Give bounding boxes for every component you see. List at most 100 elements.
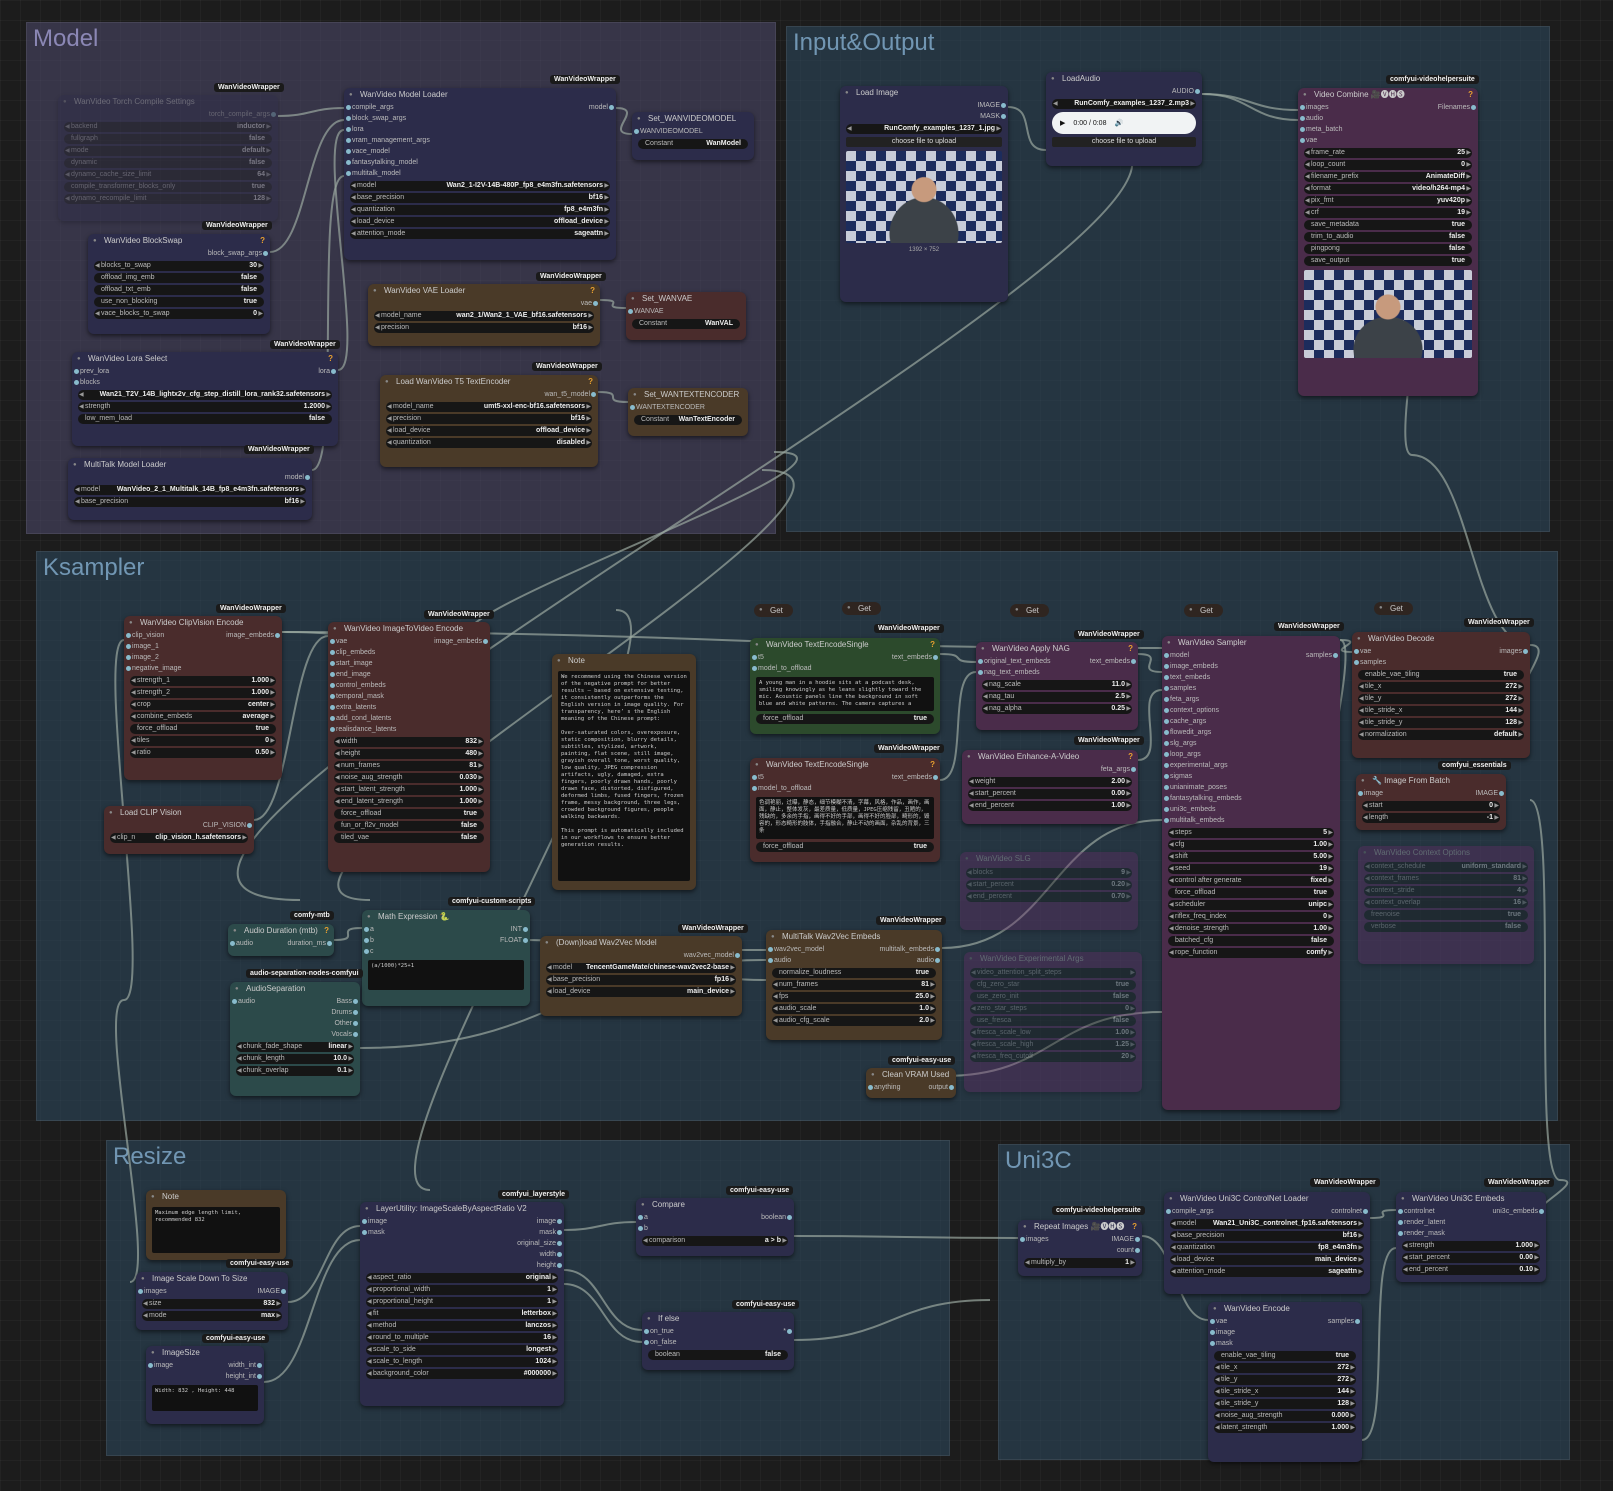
node-title[interactable]: WanVideo Lora Select? (72, 352, 338, 366)
widget-cfg-zero-star[interactable]: cfg_zero_star true (970, 980, 1136, 990)
input-slot[interactable]: image (360, 1216, 395, 1227)
audio-select[interactable]: RunComfy_examples_1237_2.mp3 (1052, 99, 1196, 109)
input-slot[interactable]: model_to_offload (750, 663, 820, 674)
widget-fun-or-fl2v-model[interactable]: fun_or_fl2v_model false (334, 821, 484, 831)
input-slot[interactable]: audio (1298, 113, 1331, 124)
node-title[interactable]: Load CLIP Vision (104, 806, 254, 820)
upload-button[interactable]: choose file to upload (846, 137, 1002, 147)
output-slot[interactable]: Vocals (323, 1029, 360, 1040)
widget-filename-prefix[interactable]: filename_prefixAnimateDiff (1304, 172, 1472, 182)
input-slot[interactable]: experimental_args (1162, 760, 1236, 771)
input-slot[interactable]: on_false (642, 1337, 684, 1348)
node-title[interactable]: Math Expression 🐍 (362, 910, 530, 924)
output-slot[interactable]: IMAGE (1103, 1234, 1142, 1245)
output-slot[interactable]: text_embeds (1082, 656, 1138, 667)
node-clipvision-encode[interactable]: WanVideo ClipVision Encode clip_visionim… (124, 616, 282, 780)
node-set-model[interactable]: Set_WANVIDEOMODEL WANVIDEOMODEL Constant… (632, 112, 754, 160)
widget-riflex-freq-index[interactable]: riflex_freq_index0 (1168, 912, 1334, 922)
node-compare[interactable]: Compare a boolean b comparisona > b (636, 1198, 794, 1256)
widget-start[interactable]: start0 (1362, 801, 1500, 811)
node-title[interactable]: WanVideo Encode (1208, 1302, 1362, 1316)
node-title[interactable]: WanVideo Decode (1352, 632, 1530, 646)
node-title[interactable]: WanVideo Context Options (1358, 846, 1534, 860)
widget-multiply-by[interactable]: multiply_by1 (1024, 1258, 1136, 1268)
audio-player[interactable]: ▶ 0:00 / 0:08 🔊 (1052, 112, 1196, 134)
widget-fit[interactable]: fitletterbox (366, 1309, 558, 1319)
widget-tile-stride-x[interactable]: tile_stride_x144 (1358, 706, 1524, 716)
input-slot[interactable]: extra_latents (328, 702, 384, 713)
widget-tile-x[interactable]: tile_x272 (1214, 1363, 1356, 1373)
input-slot[interactable]: a (362, 924, 382, 935)
widget-strength[interactable]: strength1.000 (1402, 1241, 1540, 1251)
widget-size[interactable]: size832 (142, 1299, 282, 1309)
widget-pingpong[interactable]: pingpong false (1304, 244, 1472, 254)
widget-ratio[interactable]: ratio0.50 (130, 748, 276, 758)
output-slot[interactable]: samples (1320, 1316, 1362, 1327)
widget-num-frames[interactable]: num_frames81 (334, 761, 484, 771)
widget-round-to-multiple[interactable]: round_to_multiple16 (366, 1333, 558, 1343)
node-torch-compile[interactable]: WanVideo Torch Compile Settings torch_co… (58, 95, 278, 221)
widget-crop[interactable]: cropcenter (130, 700, 276, 710)
input-slot[interactable]: images (1298, 102, 1337, 113)
note-text[interactable]: We recommend using the Chinese version o… (558, 671, 690, 881)
widget-length[interactable]: length-1 (1362, 813, 1500, 823)
widget-nag-scale[interactable]: nag_scale11.0 (982, 680, 1132, 690)
output-slot[interactable]: torch_compile_args (58, 109, 278, 120)
node-t5-loader[interactable]: Load WanVideo T5 TextEncoder? wan_t5_mod… (380, 375, 598, 467)
input-slot[interactable]: start_image (328, 658, 381, 669)
node-title[interactable]: WanVideo SLG (960, 852, 1138, 866)
widget-fresca-scale-high[interactable]: fresca_scale_high1.25 (970, 1040, 1136, 1050)
widget-crf[interactable]: crf19 (1304, 208, 1472, 218)
output-slot[interactable]: Filenames (1430, 102, 1478, 113)
input-slot[interactable]: WANVAE (626, 306, 746, 317)
widget-load-device[interactable]: load_devicemain_device (546, 987, 736, 997)
input-slot[interactable]: image_1 (124, 641, 167, 652)
node-audio-duration[interactable]: Audio Duration (mtb)? audio duration_ms (228, 924, 334, 956)
widget-attention-mode[interactable]: attention_modesageattn (1170, 1267, 1364, 1277)
node-title[interactable]: WanVideo Uni3C Embeds (1396, 1192, 1546, 1206)
input-slot[interactable]: meta_batch (1298, 124, 1351, 135)
widget-noise-aug-strength[interactable]: noise_aug_strength0.000 (1214, 1411, 1356, 1421)
node-load-image[interactable]: Load Image IMAGEMASK RunComfy_examples_1… (840, 86, 1008, 302)
widget-freenoise[interactable]: freenoise true (1364, 910, 1528, 920)
node-vae-loader[interactable]: WanVideo VAE Loader? vae model_namewan2_… (368, 284, 600, 346)
node-title[interactable]: Image Scale Down To Size (136, 1272, 288, 1286)
node-title[interactable]: MultiTalk Wav2Vec Embeds (766, 930, 942, 944)
output-slot[interactable]: model (68, 472, 312, 483)
input-slot[interactable]: render_latent (1396, 1217, 1453, 1228)
output-slot[interactable]: original_size (509, 1238, 564, 1249)
widget-fresca-scale-low[interactable]: fresca_scale_low1.00 (970, 1028, 1136, 1038)
widget-pix-fmt[interactable]: pix_fmtyuv420p (1304, 196, 1472, 206)
widget-offload-txt-emb[interactable]: offload_txt_emb false (94, 285, 264, 295)
input-slot[interactable]: anything (866, 1082, 908, 1093)
widget-chunk-length[interactable]: chunk_length10.0 (236, 1054, 354, 1064)
output-slot[interactable]: MASK (840, 111, 1008, 122)
node-title[interactable]: AudioSeparation (230, 982, 360, 996)
widget-tile-stride-y[interactable]: tile_stride_y128 (1214, 1399, 1356, 1409)
node-uni3c-loader[interactable]: WanVideo Uni3C ControlNet Loader compile… (1164, 1192, 1370, 1294)
widget-tile-y[interactable]: tile_y272 (1214, 1375, 1356, 1385)
widget-use-zero-init[interactable]: use_zero_init false (970, 992, 1136, 1002)
node-encode[interactable]: WanVideo Encode vae samples imagemask enab… (1208, 1302, 1362, 1462)
widget-force-offload[interactable]: force_offload true (756, 714, 934, 724)
widget-trim-to-audio[interactable]: trim_to_audio false (1304, 232, 1472, 242)
input-slot[interactable]: vae (328, 636, 355, 647)
widget-attention-mode[interactable]: attention_modesageattn (350, 229, 610, 239)
input-slot[interactable]: vae (1352, 646, 1379, 657)
node-title[interactable]: Set_WANVAE (626, 292, 746, 306)
input-slot[interactable]: wav2vec_model (766, 944, 832, 955)
widget-proportional-height[interactable]: proportional_height1 (366, 1297, 558, 1307)
output-slot[interactable]: wav2vec_model (540, 950, 742, 961)
widget-zero-star-steps[interactable]: zero_star_steps0 (970, 1004, 1136, 1014)
get-node[interactable]: Get (754, 604, 793, 617)
output-slot[interactable]: mask (531, 1227, 564, 1238)
get-node[interactable]: Get (1184, 604, 1223, 617)
input-slot[interactable]: model_to_offload (750, 783, 820, 794)
node-title[interactable]: ImageSize (146, 1346, 264, 1360)
widget-strength[interactable]: strength1.2000 (78, 402, 332, 412)
node-enhance-a-video[interactable]: WanVideo Enhance-A-Video? feta_args weig… (962, 750, 1138, 824)
input-slot[interactable]: fantasytalking_model (344, 157, 426, 168)
widget-fullgraph[interactable]: fullgraph false (64, 134, 272, 144)
node-title[interactable]: LoadAudio (1046, 72, 1202, 86)
input-slot[interactable]: mask (360, 1227, 393, 1238)
